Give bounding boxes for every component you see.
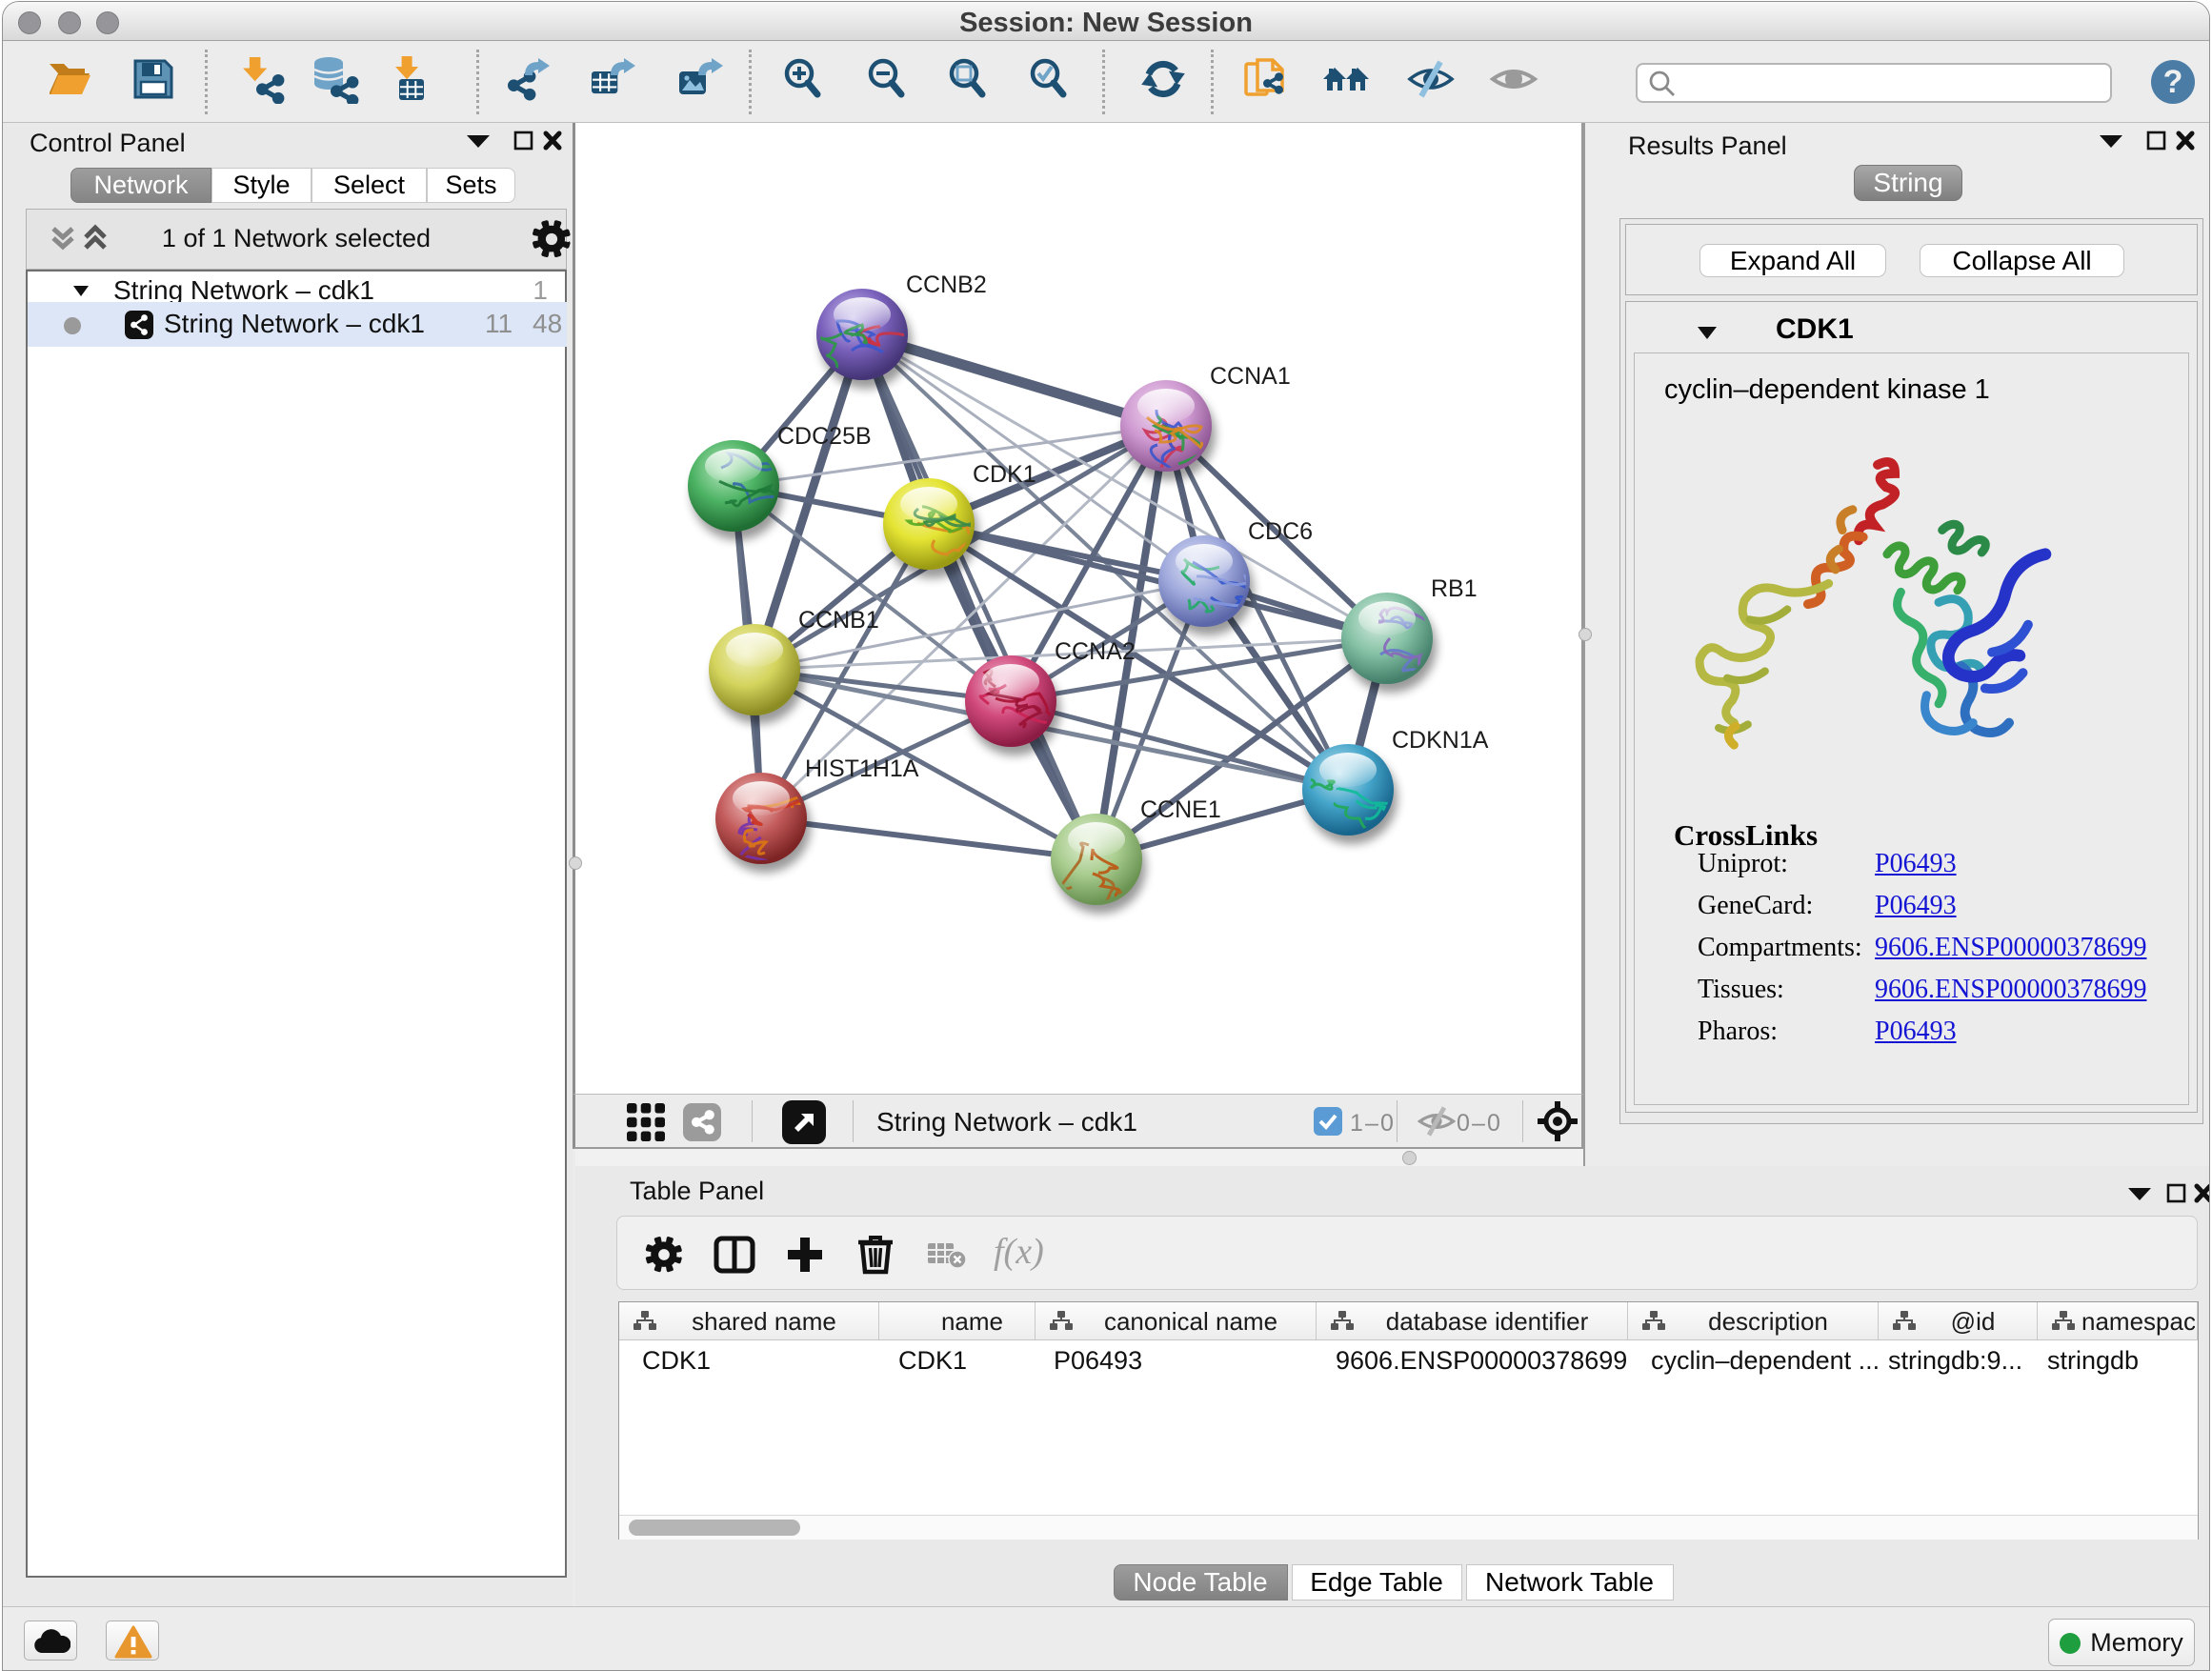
svg-text:CDKN1A: CDKN1A — [1392, 727, 1489, 754]
svg-text:CCNA1: CCNA1 — [1210, 363, 1291, 390]
svg-text:CCNA2: CCNA2 — [1055, 638, 1136, 665]
svg-text:CDC25B: CDC25B — [777, 423, 872, 450]
svg-text:CDC6: CDC6 — [1248, 518, 1313, 545]
svg-text:RB1: RB1 — [1431, 575, 1478, 602]
svg-text:CDK1: CDK1 — [973, 461, 1036, 488]
svg-text:CCNB2: CCNB2 — [906, 272, 987, 298]
svg-text:CCNB1: CCNB1 — [798, 607, 879, 634]
svg-text:HIST1H1A: HIST1H1A — [805, 755, 919, 782]
svg-text:CCNE1: CCNE1 — [1140, 796, 1221, 823]
